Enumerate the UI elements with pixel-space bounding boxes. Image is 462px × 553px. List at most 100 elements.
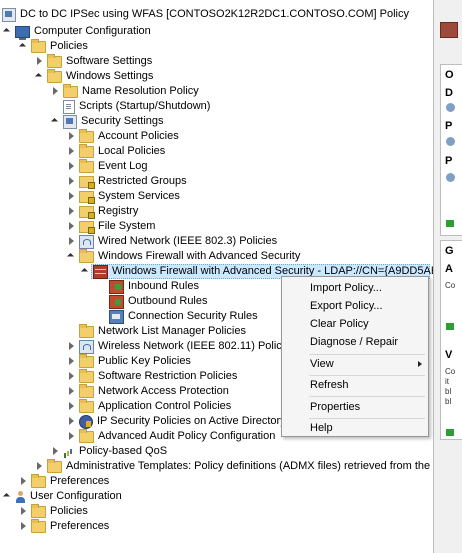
tree-node-file-system[interactable]: File System bbox=[67, 219, 155, 234]
expand-arrow-icon[interactable] bbox=[67, 384, 76, 399]
tree-label: Security Settings bbox=[81, 115, 164, 127]
tree-node-network-list-manager[interactable]: Network List Manager Policies bbox=[79, 324, 246, 339]
tree-node-connection-security-rules[interactable]: Connection Security Rules bbox=[109, 309, 258, 324]
tree-node-admin-templates[interactable]: Administrative Templates: Policy definit… bbox=[35, 459, 433, 474]
expand-arrow-icon[interactable] bbox=[51, 84, 60, 99]
folder-icon bbox=[47, 459, 62, 473]
tree-label: Account Policies bbox=[98, 130, 179, 142]
expand-arrow-icon[interactable] bbox=[81, 264, 90, 279]
description-fragment: Co bbox=[445, 367, 456, 376]
tree-node-wfas[interactable]: Windows Firewall with Advanced Security bbox=[67, 249, 300, 264]
tree-node-account-policies[interactable]: Account Policies bbox=[67, 129, 179, 144]
expand-arrow-icon[interactable] bbox=[67, 234, 76, 249]
expand-arrow-icon[interactable] bbox=[3, 24, 12, 39]
tree-node-security-settings[interactable]: Security Settings bbox=[51, 114, 164, 129]
wireless-icon bbox=[79, 339, 94, 354]
expand-arrow-icon[interactable] bbox=[19, 474, 28, 489]
tree-node-software-restriction[interactable]: Software Restriction Policies bbox=[67, 369, 237, 384]
expand-arrow-icon[interactable] bbox=[67, 339, 76, 354]
expand-arrow-icon[interactable] bbox=[19, 39, 28, 54]
tree-node-computer-configuration[interactable]: Computer Configuration bbox=[3, 24, 151, 40]
tree-label: System Services bbox=[98, 190, 180, 202]
menu-item-diagnose-repair[interactable]: Diagnose / Repair bbox=[282, 333, 428, 351]
tree-node-root[interactable]: DC to DC IPSec using WFAS [CONTOSO2K12R2… bbox=[2, 7, 409, 22]
tree-node-local-policies[interactable]: Local Policies bbox=[67, 144, 165, 159]
expand-arrow-icon[interactable] bbox=[35, 69, 44, 84]
tree-node-outbound-rules[interactable]: Outbound Rules bbox=[109, 294, 208, 309]
details-pane: O D P P G A Co V Co it bl bl bbox=[433, 0, 462, 553]
authenticate-fragment: A bbox=[445, 263, 453, 275]
tree-node-advanced-audit[interactable]: Advanced Audit Policy Configuration bbox=[67, 429, 275, 444]
folder-icon bbox=[63, 84, 78, 98]
lock-folder-icon bbox=[79, 176, 95, 189]
tree-node-software-settings[interactable]: Software Settings bbox=[35, 54, 152, 69]
expand-arrow-icon[interactable] bbox=[19, 519, 28, 534]
firewall-banner-icon bbox=[440, 22, 458, 38]
tree-node-public-key-policies[interactable]: Public Key Policies bbox=[67, 354, 191, 369]
menu-item-refresh[interactable]: Refresh bbox=[282, 376, 428, 394]
expand-arrow-icon[interactable] bbox=[67, 354, 76, 369]
expand-arrow-icon[interactable] bbox=[51, 114, 60, 129]
expand-arrow-icon[interactable] bbox=[67, 129, 76, 144]
tree-node-windows-settings[interactable]: Windows Settings bbox=[35, 69, 153, 84]
description-fragment: Co bbox=[445, 281, 456, 290]
expand-arrow-icon[interactable] bbox=[67, 144, 76, 159]
submenu-arrow-icon bbox=[418, 361, 422, 367]
menu-item-export-policy[interactable]: Export Policy... bbox=[282, 297, 428, 315]
tree-node-inbound-rules[interactable]: Inbound Rules bbox=[109, 279, 199, 294]
info-icon bbox=[446, 173, 455, 182]
tree-node-application-control[interactable]: Application Control Policies bbox=[67, 399, 231, 414]
tree-node-user-preferences[interactable]: Preferences bbox=[19, 519, 109, 534]
tree-node-wired-network[interactable]: Wired Network (IEEE 802.3) Policies bbox=[67, 234, 277, 249]
expand-arrow-icon[interactable] bbox=[67, 159, 76, 174]
menu-item-import-policy[interactable]: Import Policy... bbox=[282, 279, 428, 297]
folder-icon bbox=[47, 54, 62, 68]
user-icon bbox=[15, 490, 26, 503]
tree-node-scripts[interactable]: Scripts (Startup/Shutdown) bbox=[63, 99, 210, 114]
expand-arrow-icon[interactable] bbox=[51, 444, 60, 459]
expand-arrow-icon[interactable] bbox=[67, 174, 76, 189]
expand-arrow-icon[interactable] bbox=[35, 459, 44, 474]
expand-arrow-icon[interactable] bbox=[67, 414, 76, 429]
expand-arrow-icon[interactable] bbox=[67, 249, 76, 264]
expand-arrow-icon[interactable] bbox=[67, 189, 76, 204]
lock-folder-icon bbox=[79, 221, 95, 234]
tree-node-policy-based-qos[interactable]: Policy-based QoS bbox=[51, 444, 167, 459]
link-icon[interactable] bbox=[446, 429, 454, 436]
tree-label: Policies bbox=[50, 505, 88, 517]
tree-node-restricted-groups[interactable]: Restricted Groups bbox=[67, 174, 187, 189]
menu-separator bbox=[309, 396, 425, 397]
tree-label: User Configuration bbox=[30, 490, 122, 502]
tree-node-preferences[interactable]: Preferences bbox=[19, 474, 109, 489]
expand-arrow-icon[interactable] bbox=[35, 54, 44, 69]
tree-node-event-log[interactable]: Event Log bbox=[67, 159, 148, 174]
tree-node-system-services[interactable]: System Services bbox=[67, 189, 180, 204]
tree-node-network-access-protection[interactable]: Network Access Protection bbox=[67, 384, 229, 399]
menu-item-clear-policy[interactable]: Clear Policy bbox=[282, 315, 428, 333]
tree-node-wireless-network[interactable]: Wireless Network (IEEE 802.11) Policies bbox=[67, 339, 296, 354]
tree-label: File System bbox=[98, 220, 156, 232]
folder-icon bbox=[79, 129, 94, 143]
tree-label: Preferences bbox=[50, 520, 110, 532]
expand-arrow-icon[interactable] bbox=[3, 489, 12, 504]
tree-node-user-policies[interactable]: Policies bbox=[19, 504, 88, 519]
menu-item-help[interactable]: Help bbox=[282, 419, 428, 437]
menu-item-properties[interactable]: Properties bbox=[282, 398, 428, 416]
overview-panel: O D P P bbox=[440, 64, 462, 236]
tree-node-user-configuration[interactable]: User Configuration bbox=[3, 489, 122, 504]
tree-node-policies[interactable]: Policies bbox=[19, 39, 88, 54]
tree-label: Network List Manager Policies bbox=[98, 325, 246, 337]
tree-label: Application Control Policies bbox=[98, 400, 232, 412]
expand-arrow-icon[interactable] bbox=[67, 369, 76, 384]
expand-arrow-icon[interactable] bbox=[67, 429, 76, 444]
expand-arrow-icon[interactable] bbox=[67, 219, 76, 234]
link-icon[interactable] bbox=[446, 323, 454, 330]
menu-item-view[interactable]: View bbox=[282, 355, 428, 373]
tree-node-ip-security[interactable]: IP Security Policies on Active Directory… bbox=[67, 414, 308, 429]
tree-node-name-resolution-policy[interactable]: Name Resolution Policy bbox=[51, 84, 199, 99]
expand-arrow-icon[interactable] bbox=[67, 399, 76, 414]
expand-arrow-icon[interactable] bbox=[19, 504, 28, 519]
tree-label: Restricted Groups bbox=[98, 175, 187, 187]
tree-node-registry[interactable]: Registry bbox=[67, 204, 138, 219]
expand-arrow-icon[interactable] bbox=[67, 204, 76, 219]
